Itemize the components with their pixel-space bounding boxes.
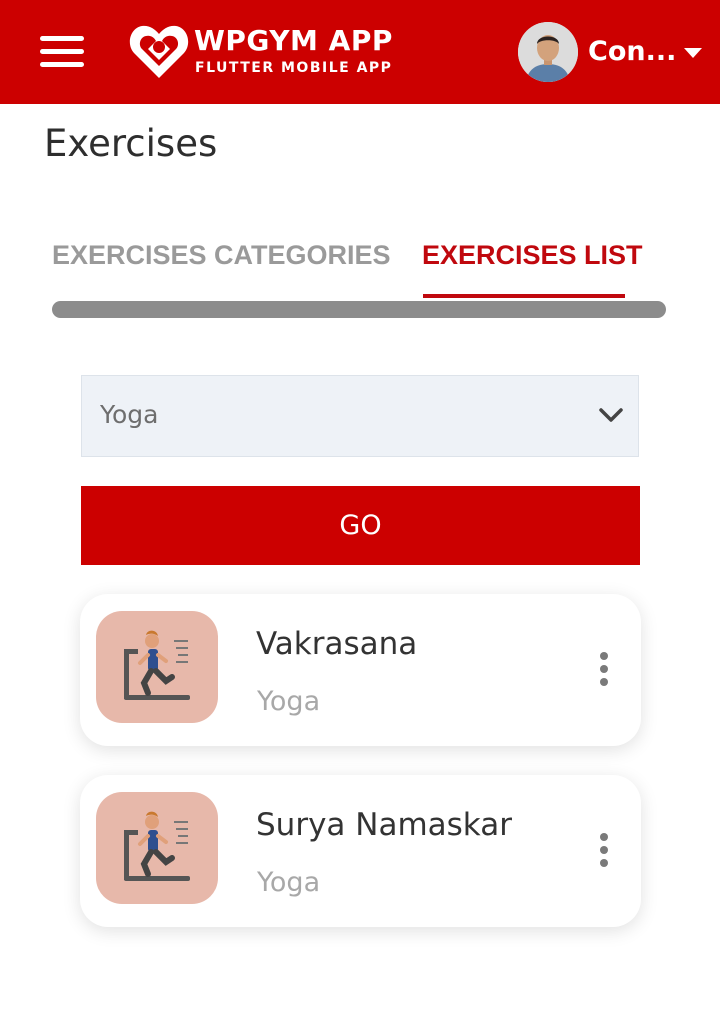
heart-logo-icon: [129, 25, 189, 78]
tab-scrollbar[interactable]: [52, 301, 666, 318]
menu-icon[interactable]: [40, 36, 84, 68]
treadmill-runner-icon: [96, 611, 218, 723]
more-options-icon[interactable]: [594, 650, 614, 690]
list-item[interactable]: Vakrasana Yoga: [80, 594, 641, 746]
exercise-name: Surya Namaskar: [256, 807, 512, 843]
page-title: Exercises: [44, 122, 218, 165]
caret-down-icon[interactable]: [684, 48, 702, 58]
user-menu[interactable]: Con...: [518, 22, 708, 84]
go-button[interactable]: GO: [81, 486, 640, 565]
active-tab-indicator: [423, 294, 625, 298]
brand-title: WPGYM APP: [194, 24, 393, 57]
dropdown-selected-value: Yoga: [100, 400, 159, 429]
treadmill-runner-icon: [96, 792, 218, 904]
tab-exercises-categories[interactable]: EXERCISES CATEGORIES: [52, 240, 391, 271]
exercise-category: Yoga: [257, 867, 321, 898]
user-name[interactable]: Con...: [588, 36, 676, 67]
exercise-name: Vakrasana: [256, 626, 418, 662]
list-item[interactable]: Surya Namaskar Yoga: [80, 775, 641, 927]
app-bar: WPGYM APP FLUTTER MOBILE APP Con...: [0, 0, 720, 104]
category-dropdown[interactable]: Yoga: [81, 375, 639, 457]
brand-subtitle: FLUTTER MOBILE APP: [195, 60, 393, 76]
tab-exercises-list[interactable]: EXERCISES LIST: [422, 240, 643, 271]
more-options-icon[interactable]: [594, 831, 614, 871]
avatar[interactable]: [518, 22, 578, 82]
brand-logo: WPGYM APP FLUTTER MOBILE APP: [128, 20, 398, 84]
exercise-category: Yoga: [257, 686, 321, 717]
chevron-down-icon: [599, 408, 623, 422]
